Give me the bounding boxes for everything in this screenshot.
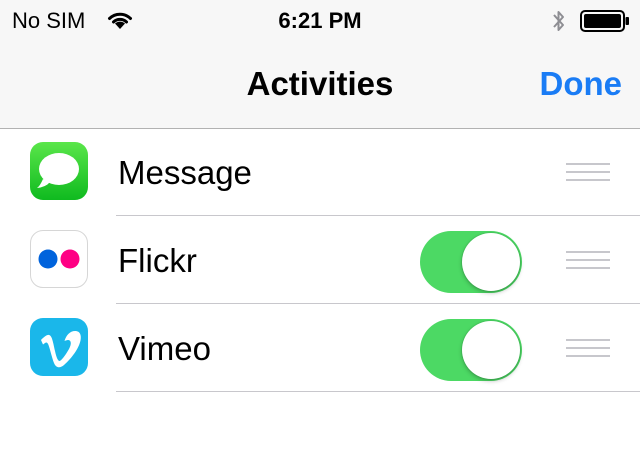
vimeo-toggle[interactable] (420, 319, 522, 381)
activities-list: Message Flickr Vimeo (0, 129, 640, 392)
reorder-handle-icon[interactable] (566, 251, 610, 269)
activity-label: Vimeo (118, 330, 211, 367)
toggle-knob (462, 233, 520, 291)
vimeo-app-icon (30, 318, 88, 376)
flickr-app-icon (30, 230, 88, 288)
toggle-knob (462, 321, 520, 379)
activity-label: Flickr (118, 242, 197, 279)
status-bar: No SIM 6:21 PM (0, 0, 640, 40)
activity-label: Message (118, 154, 252, 191)
reorder-handle-icon[interactable] (566, 163, 610, 181)
row-divider (116, 303, 640, 304)
list-item-flickr: Flickr (0, 217, 640, 304)
list-item-vimeo: Vimeo (0, 305, 640, 392)
flickr-dots-icon (38, 249, 80, 269)
row-divider (116, 391, 640, 392)
messages-app-icon (30, 142, 88, 200)
vimeo-v-icon (41, 330, 81, 368)
row-divider (116, 215, 640, 216)
list-item-message: Message (0, 129, 640, 216)
speech-bubble-icon (37, 153, 79, 188)
reorder-handle-icon[interactable] (566, 339, 610, 357)
battery-icon (580, 10, 629, 32)
bluetooth-icon (553, 11, 564, 31)
done-button[interactable]: Done (540, 64, 623, 104)
clock: 6:21 PM (278, 8, 362, 33)
header: No SIM 6:21 PM Activities Done (0, 0, 640, 129)
flickr-toggle[interactable] (420, 231, 522, 293)
